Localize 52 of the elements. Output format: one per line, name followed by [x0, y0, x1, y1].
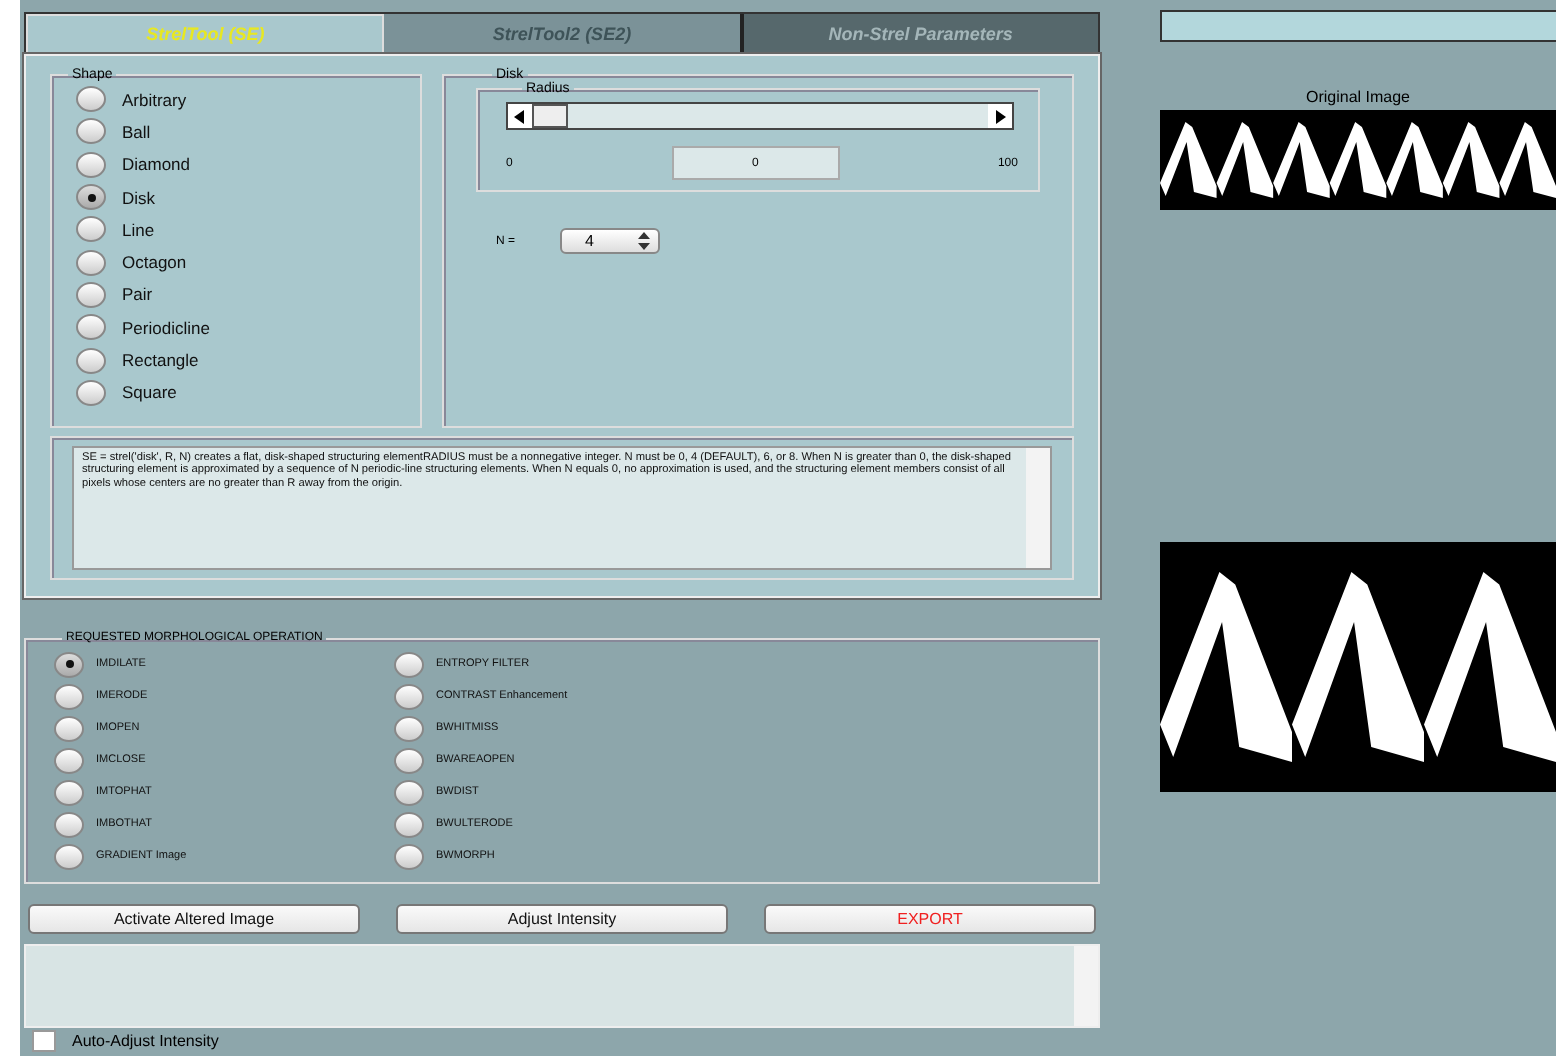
radio-label: Diamond — [122, 154, 191, 175]
radio-button[interactable] — [54, 747, 84, 773]
scroll-bar — [1026, 448, 1050, 568]
button[interactable]: Adjust Intensity — [396, 904, 728, 934]
radio-label: Periodicline — [122, 317, 210, 338]
spin-arrows-icon — [637, 232, 650, 250]
radio-label: Square — [122, 382, 177, 403]
radio-label: Disk — [122, 187, 156, 208]
radio-button[interactable] — [394, 747, 424, 773]
button[interactable]: Activate Altered Image — [28, 904, 360, 934]
radio-label: Rectangle — [122, 350, 199, 371]
radio-label: Pair — [122, 284, 153, 305]
radio-label: Arbitrary — [122, 89, 187, 110]
right-arrow-icon — [994, 109, 1006, 123]
left-arrow-button[interactable] — [508, 104, 532, 128]
radio-button[interactable] — [54, 715, 84, 741]
slider-thumb[interactable] — [532, 104, 568, 128]
radio-button[interactable] — [76, 216, 106, 243]
image-caption: Original Image — [1303, 88, 1413, 106]
button[interactable]: EXPORT — [764, 904, 1096, 934]
radio-button[interactable] — [54, 683, 84, 709]
radio-button[interactable] — [394, 651, 424, 677]
radio-button[interactable] — [394, 779, 424, 805]
radio-label: Line — [122, 219, 155, 240]
tab[interactable]: StrelTool2 (SE2) — [384, 14, 744, 54]
radio-button[interactable] — [76, 118, 106, 145]
radio-button[interactable] — [394, 811, 424, 837]
radio-label: Ball — [122, 121, 151, 142]
right-arrow-button[interactable] — [988, 104, 1012, 128]
radio-button[interactable] — [54, 811, 84, 837]
radio-button[interactable] — [76, 281, 106, 308]
radio-button[interactable] — [76, 314, 106, 341]
checkbox-label: Auto-Adjust Intensity — [72, 1032, 219, 1050]
radio-button[interactable] — [76, 151, 106, 178]
radio-button[interactable] — [76, 86, 106, 113]
radio-button[interactable] — [394, 683, 424, 709]
radio-label: Octagon — [122, 252, 187, 273]
radio-button[interactable] — [76, 184, 106, 211]
radio-button[interactable] — [54, 843, 84, 869]
tab[interactable]: Non-Strel Parameters — [743, 14, 1098, 54]
radio-button[interactable] — [76, 249, 106, 276]
text-field[interactable] — [1160, 10, 1556, 42]
radio-button[interactable] — [394, 843, 424, 869]
left-arrow-icon — [514, 109, 526, 123]
radius-slider[interactable] — [506, 102, 1014, 130]
checkbox[interactable] — [32, 1030, 56, 1052]
radio-button[interactable] — [54, 779, 84, 805]
radio-button[interactable] — [76, 379, 106, 406]
radio-button[interactable] — [54, 651, 84, 677]
n-spinner[interactable]: 4 — [559, 228, 660, 254]
radio-button[interactable] — [394, 715, 424, 741]
radio-button[interactable] — [76, 347, 106, 374]
